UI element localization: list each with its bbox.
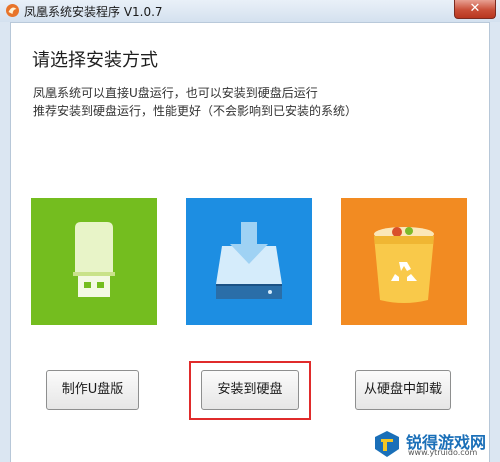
hard-disk-download-icon xyxy=(186,198,312,325)
page-title: 请选择安装方式 xyxy=(32,50,158,71)
window-title: 凤凰系统安装程序 V1.0.7 xyxy=(24,5,163,19)
ruide-logo-icon xyxy=(375,431,399,457)
hard-disk-option-tile[interactable] xyxy=(186,198,312,325)
close-button[interactable]: ✕ xyxy=(454,0,496,19)
install-to-disk-button[interactable]: 安装到硬盘 xyxy=(201,370,299,410)
watermark: 锐得游戏网 www.ytruido.com xyxy=(372,428,496,460)
close-icon: ✕ xyxy=(469,1,481,16)
window-frame-right xyxy=(489,22,500,462)
phoenix-logo-icon xyxy=(6,4,19,17)
recycle-bin-icon xyxy=(341,198,467,325)
usb-option-tile[interactable] xyxy=(31,198,157,325)
make-usb-button[interactable]: 制作U盘版 xyxy=(46,370,139,410)
window-frame-left xyxy=(0,22,11,462)
description-line-2: 推荐安装到硬盘运行，性能更好（不会影响到已安装的系统） xyxy=(33,104,358,118)
window-titlebar[interactable]: 凤凰系统安装程序 V1.0.7 ✕ xyxy=(0,0,500,23)
uninstall-button[interactable]: 从硬盘中卸载 xyxy=(355,370,451,410)
uninstall-option-tile[interactable] xyxy=(341,198,467,325)
watermark-url: www.ytruido.com xyxy=(408,448,478,457)
description-line-1: 凤凰系统可以直接U盘运行，也可以安装到硬盘后运行 xyxy=(33,86,318,100)
usb-drive-icon xyxy=(31,198,157,325)
